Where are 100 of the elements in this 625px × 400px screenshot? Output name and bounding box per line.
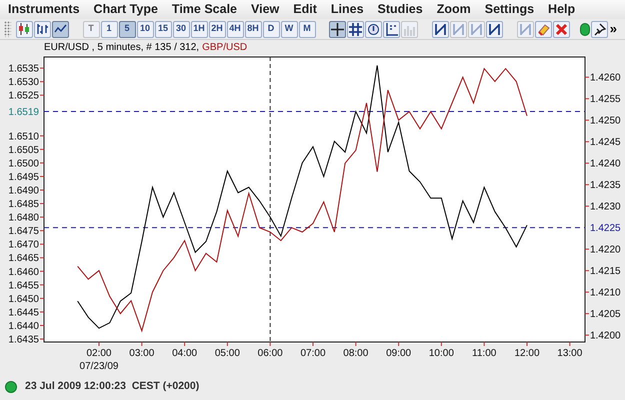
chart-type-button[interactable] bbox=[34, 20, 51, 38]
y-tick-label: 1.6460 bbox=[8, 266, 44, 278]
x-tick-label: 04:00 bbox=[172, 348, 198, 359]
y-tick-label: 1.6485 bbox=[8, 199, 44, 210]
y-tick-label: 1.6505 bbox=[8, 144, 44, 156]
y-tick-label: 1.4200 bbox=[584, 330, 621, 342]
x-tick-label: 07:00 bbox=[300, 348, 326, 359]
y2-tick-label: 1.4250 bbox=[590, 116, 622, 127]
legend-series-name: EUR/USD bbox=[44, 43, 90, 53]
y-tick-label: 1.6435 bbox=[8, 334, 44, 346]
trend-line-icon bbox=[488, 22, 502, 36]
interval-button[interactable]: 1H bbox=[190, 20, 208, 38]
toolbar-grip[interactable] bbox=[4, 21, 11, 37]
interval-button[interactable]: W bbox=[280, 20, 298, 38]
edit-button[interactable] bbox=[535, 20, 552, 38]
y-tick-label: 1.6480 bbox=[8, 212, 44, 224]
y-tick-label: 1.6510 bbox=[8, 131, 44, 142]
y-tick-label: 1.6525 bbox=[8, 90, 44, 102]
y2-tick-label: 1.4230 bbox=[590, 202, 622, 213]
menu-item[interactable]: Zoom bbox=[436, 0, 471, 19]
y-tick-label: 1.6455 bbox=[8, 280, 44, 292]
interval-button[interactable]: 4H bbox=[226, 20, 244, 38]
y2-tick-label: 1.4220 bbox=[590, 244, 622, 256]
x-tick-label: 03:00 bbox=[129, 348, 155, 359]
scale-icon bbox=[385, 22, 398, 36]
x-tick-label: 10:00 bbox=[428, 348, 454, 359]
line-tool-button[interactable] bbox=[432, 20, 450, 38]
connection-icon[interactable] bbox=[580, 22, 590, 36]
y-tick-label: 1.4215 bbox=[584, 266, 621, 278]
y-tick-label: 1.6530 bbox=[8, 77, 44, 88]
x-tick-label: 06:00 bbox=[258, 342, 283, 359]
y2-tick-label: 1.4255 bbox=[590, 94, 622, 106]
bar-chart-icon bbox=[36, 23, 49, 35]
x-tick-label: 03:00 bbox=[129, 342, 154, 359]
y-tick-label: 1.6500 bbox=[8, 158, 44, 170]
menu-item[interactable]: Lines bbox=[330, 0, 364, 19]
tool-button[interactable] bbox=[365, 20, 382, 38]
trend-line-icon bbox=[452, 22, 466, 36]
grid-icon bbox=[349, 22, 362, 36]
y-tick-label: 1.4240 bbox=[584, 158, 621, 170]
x-tick-label: 13:00 bbox=[557, 348, 583, 359]
menu-item[interactable]: Chart Type bbox=[94, 0, 158, 19]
interval-button[interactable]: 8H bbox=[244, 20, 262, 38]
chart-type-button[interactable] bbox=[52, 20, 69, 38]
interval-button[interactable]: D bbox=[262, 20, 280, 38]
chart-type-button[interactable] bbox=[16, 20, 33, 38]
x-tick-label: 05:00 bbox=[214, 348, 240, 359]
tool-button[interactable] bbox=[383, 20, 400, 38]
x-tick-label: 13:00 bbox=[557, 342, 582, 359]
x-tick-label: 12:00 bbox=[514, 348, 540, 359]
x-tick-label: 06:00 bbox=[258, 348, 284, 359]
pin-button[interactable] bbox=[590, 20, 608, 38]
interval-button[interactable]: 15 bbox=[154, 20, 172, 38]
x-tick-label: 11:00 bbox=[472, 342, 496, 359]
edit-button[interactable] bbox=[553, 20, 570, 38]
y-tick-label: 1.4235 bbox=[584, 180, 621, 192]
y-tick-label: 1.6450 bbox=[8, 294, 44, 305]
y-tick-label: 1.4210 bbox=[584, 288, 621, 299]
interval-button[interactable]: M bbox=[298, 20, 316, 38]
y2-tick-label: 1.4215 bbox=[590, 266, 622, 278]
menu-item[interactable]: Studies bbox=[378, 0, 423, 19]
legend-series-name: GBP/USD bbox=[202, 43, 248, 53]
interval-button[interactable]: 30 bbox=[172, 20, 190, 38]
x-tick-label: 11:00 bbox=[472, 348, 497, 359]
x-tick-label: 08:00 bbox=[343, 348, 369, 359]
interval-button[interactable]: 5 bbox=[118, 20, 136, 38]
y2-tick-label: 1.4260 bbox=[590, 72, 622, 84]
y-tick-label: 1.4245 bbox=[584, 137, 621, 148]
crosshair-icon bbox=[331, 22, 344, 36]
trend-line-icon bbox=[470, 22, 484, 36]
x-tick-label: 05:00 bbox=[214, 342, 240, 359]
date-label: 07/23/09 bbox=[80, 361, 118, 372]
y-tick-label: 1.4220 bbox=[584, 244, 621, 256]
more-button[interactable]: » bbox=[610, 19, 617, 39]
candlestick-icon bbox=[18, 23, 31, 35]
interval-button[interactable]: 1 bbox=[100, 20, 118, 38]
tool-button[interactable] bbox=[329, 20, 346, 38]
y-tick-label: 1.6490 bbox=[8, 186, 44, 197]
line-tool-button[interactable] bbox=[486, 20, 504, 38]
y-tick-label: 1.4205 bbox=[584, 309, 621, 320]
interval-button[interactable]: 10 bbox=[136, 20, 154, 38]
x-tick-label: 08:00 bbox=[343, 342, 368, 359]
interval-button[interactable]: 2H bbox=[208, 20, 226, 38]
menu-item[interactable]: Settings bbox=[484, 0, 534, 19]
menu-item[interactable]: Edit bbox=[293, 0, 317, 19]
x-tick-label: 04:00 bbox=[172, 342, 198, 359]
y-tick-label: 1.6465 bbox=[8, 253, 44, 264]
y2-tick-label: 1.4200 bbox=[590, 330, 622, 342]
menu-item[interactable]: View bbox=[251, 0, 280, 19]
menu-item[interactable]: Time Scale bbox=[172, 0, 238, 19]
y-tick-label: 1.4250 bbox=[584, 116, 621, 127]
y-tick-label: 1.6470 bbox=[8, 240, 44, 251]
tool-button[interactable] bbox=[347, 20, 364, 38]
x-tick-label: 09:00 bbox=[386, 342, 412, 359]
menu-item[interactable]: Instruments bbox=[8, 0, 80, 19]
info-icon bbox=[367, 22, 380, 36]
menu-item[interactable]: Help bbox=[548, 0, 576, 19]
legend-info: , 5 minutes, # 135 / 312, bbox=[90, 43, 200, 53]
y2-tick-label: 1.4245 bbox=[590, 137, 622, 148]
delete-icon bbox=[555, 22, 568, 36]
